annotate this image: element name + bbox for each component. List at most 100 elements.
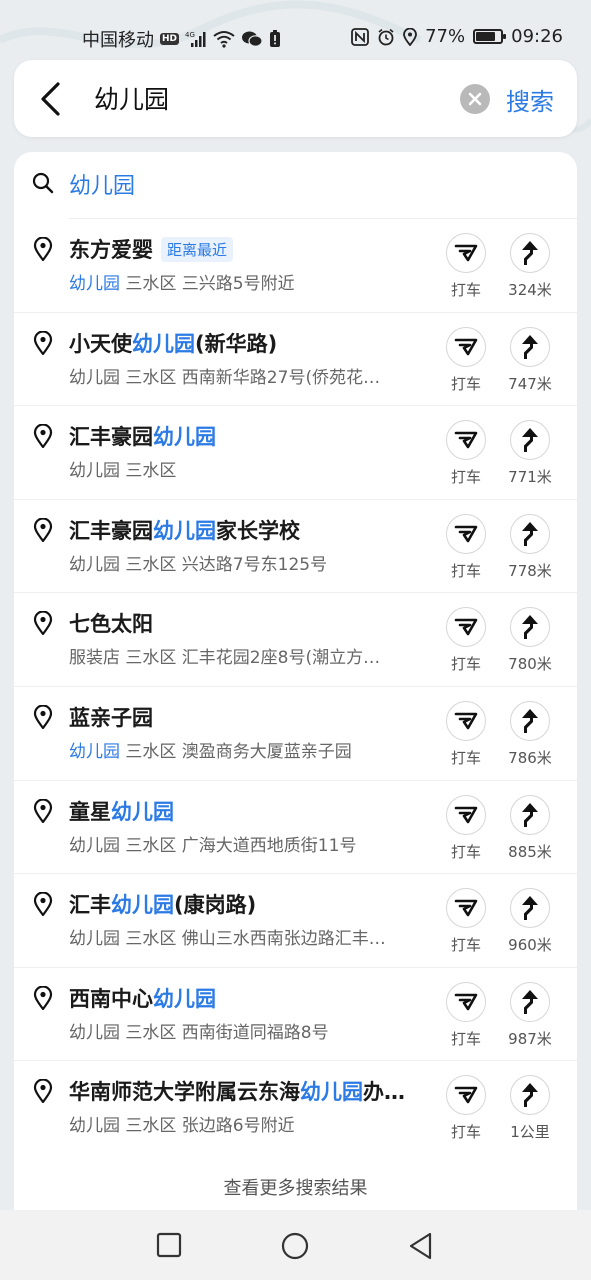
- taxi-button[interactable]: 打车: [445, 1075, 487, 1142]
- recents-button[interactable]: [156, 1232, 182, 1262]
- result-subtitle: 幼儿园 三水区: [69, 456, 431, 481]
- location-pin-icon: [33, 985, 53, 1014]
- taxi-label: 打车: [450, 842, 481, 861]
- result-item[interactable]: 东方爱婴 距离最近 幼儿园 三水区 三兴路5号附近 打车 324米: [14, 219, 577, 313]
- navigate-button[interactable]: 771米: [504, 420, 556, 487]
- navigate-button[interactable]: 987米: [504, 981, 556, 1049]
- title-text: 家长学校: [216, 518, 300, 543]
- distance-label: 786米: [508, 748, 552, 767]
- navigate-button[interactable]: 960米: [504, 888, 556, 955]
- result-title: 华南师范大学附属云东海幼儿园办…: [69, 1076, 439, 1106]
- taxi-button[interactable]: 打车: [445, 326, 487, 394]
- location-pin-icon: [33, 517, 53, 546]
- back-nav-button[interactable]: [408, 1232, 434, 1264]
- suggestion-text: 幼儿园: [69, 174, 136, 199]
- title-text: 童星: [69, 799, 111, 824]
- taxi-button[interactable]: 打车: [445, 607, 487, 674]
- search-suggestion[interactable]: 幼儿园: [14, 152, 577, 218]
- result-item[interactable]: 童星幼儿园 幼儿园 三水区 广海大道西地质街11号 打车 885米: [14, 781, 577, 875]
- result-address: 三水区 西南新华路27号(侨苑花…: [125, 367, 381, 388]
- taxi-label: 打车: [450, 748, 481, 767]
- result-subtitle: 幼儿园 三水区 张边路6号附近: [69, 1111, 431, 1136]
- navigate-button[interactable]: 780米: [504, 607, 556, 674]
- result-address: 三水区 澳盈商务大厦蓝亲子园: [125, 741, 352, 762]
- result-item[interactable]: 西南中心幼儿园幼儿园 三水区 西南街道同福路8号 打车 987米: [14, 968, 577, 1062]
- distance-label: 324米: [508, 281, 552, 299]
- result-title: 七色太阳: [69, 608, 439, 638]
- result-category: 幼儿园: [69, 929, 120, 950]
- taxi-button[interactable]: 打车: [445, 513, 487, 581]
- taxi-button[interactable]: 打车: [445, 700, 487, 768]
- taxi-button[interactable]: 打车: [445, 420, 487, 487]
- route-arrow-icon: [510, 700, 550, 741]
- result-item[interactable]: 汇丰幼儿园(康岗路) 幼儿园 三水区 佛山三水西南张边路汇丰… 打车 960米: [14, 874, 577, 968]
- result-item[interactable]: 汇丰豪园幼儿园家长学校幼儿园 三水区 兴达路7号东125号 打车 778米: [14, 500, 577, 594]
- distance-label: 960米: [508, 936, 552, 955]
- navigate-button[interactable]: 324米: [504, 233, 556, 300]
- location-pin-icon: [33, 330, 53, 359]
- search-icon: [32, 172, 54, 198]
- route-arrow-icon: [510, 607, 550, 648]
- result-item[interactable]: 蓝亲子园 幼儿园 三水区 澳盈商务大厦蓝亲子园 打车 786米: [14, 687, 577, 781]
- alarm-icon: [377, 28, 395, 46]
- route-arrow-icon: [510, 233, 550, 273]
- navigate-button[interactable]: 747米: [504, 326, 556, 394]
- result-item[interactable]: 华南师范大学附属云东海幼儿园办… 幼儿园 三水区 张边路6号附近 打车 1公里: [14, 1061, 577, 1155]
- taxi-icon: [446, 233, 486, 273]
- battery-percent: 77%: [425, 26, 466, 47]
- more-results-link[interactable]: 查看更多搜索结果: [14, 1174, 577, 1200]
- title-keyword-highlight: 幼儿园: [111, 893, 174, 918]
- results-panel: 幼儿园 东方爱婴 距离最近 幼儿园 三水区 三兴路5号附近 打车 324米 小天使幼儿园(…: [14, 152, 577, 1210]
- result-address: 三水区: [125, 461, 177, 482]
- result-subtitle: 幼儿园 三水区 澳盈商务大厦蓝亲子园: [69, 737, 431, 762]
- search-button[interactable]: 搜索: [506, 82, 554, 117]
- navigate-button[interactable]: 1公里: [504, 1075, 556, 1142]
- search-input[interactable]: [94, 78, 454, 118]
- taxi-button[interactable]: 打车: [445, 794, 487, 862]
- title-text: (新华路): [195, 331, 278, 356]
- result-title: 蓝亲子园: [69, 702, 439, 732]
- result-title: 东方爱婴 距离最近: [69, 234, 439, 264]
- taxi-icon: [446, 1075, 486, 1116]
- battery-icon: [473, 29, 507, 44]
- taxi-button[interactable]: 打车: [445, 981, 487, 1049]
- location-pin-icon: [33, 1078, 53, 1107]
- taxi-button[interactable]: 打车: [445, 888, 487, 955]
- distance-label: 747米: [508, 374, 552, 393]
- distance-label: 1公里: [510, 1123, 550, 1142]
- location-icon: [403, 27, 418, 46]
- result-title: 西南中心幼儿园: [69, 983, 439, 1013]
- title-text: (康岗路): [174, 893, 257, 918]
- close-icon: [468, 92, 482, 106]
- result-category: 服装店: [69, 648, 120, 669]
- title-text: 小天使: [69, 331, 132, 356]
- result-address: 三水区 三兴路5号附近: [125, 274, 295, 294]
- navigate-button[interactable]: 778米: [504, 513, 556, 581]
- result-category: 幼儿园: [69, 741, 120, 762]
- triangle-back-icon: [409, 1232, 432, 1260]
- result-item[interactable]: 汇丰豪园幼儿园 幼儿园 三水区 打车 771米: [14, 406, 577, 500]
- nfc-icon: [351, 27, 370, 46]
- back-button[interactable]: [36, 80, 66, 118]
- result-list: 东方爱婴 距离最近 幼儿园 三水区 三兴路5号附近 打车 324米 小天使幼儿园(新华路)…: [14, 219, 577, 1155]
- navigate-button[interactable]: 885米: [504, 794, 556, 862]
- taxi-label: 打车: [450, 1029, 481, 1048]
- result-subtitle: 幼儿园 三水区 西南街道同福路8号: [69, 1018, 431, 1043]
- route-arrow-icon: [510, 794, 550, 835]
- location-pin-icon: [33, 423, 53, 452]
- clear-button[interactable]: [460, 84, 490, 114]
- result-item[interactable]: 七色太阳 服装店 三水区 汇丰花园2座8号(潮立方… 打车 780米: [14, 593, 577, 687]
- result-title: 汇丰豪园幼儿园家长学校: [69, 515, 439, 545]
- taxi-icon: [446, 888, 486, 929]
- taxi-label: 打车: [450, 281, 481, 299]
- navigate-button[interactable]: 786米: [504, 700, 556, 768]
- route-arrow-icon: [510, 326, 550, 367]
- result-item[interactable]: 小天使幼儿园(新华路) 幼儿园 三水区 西南新华路27号(侨苑花… 打车 747米: [14, 313, 577, 407]
- result-subtitle: 幼儿园 三水区 兴达路7号东125号: [69, 550, 431, 575]
- circle-icon: [281, 1232, 309, 1260]
- home-button[interactable]: [281, 1232, 309, 1264]
- taxi-button[interactable]: 打车: [445, 233, 487, 300]
- battery-level: [476, 32, 495, 41]
- signal-icon: 4G: [185, 30, 207, 48]
- hd-badge: HD: [160, 33, 180, 45]
